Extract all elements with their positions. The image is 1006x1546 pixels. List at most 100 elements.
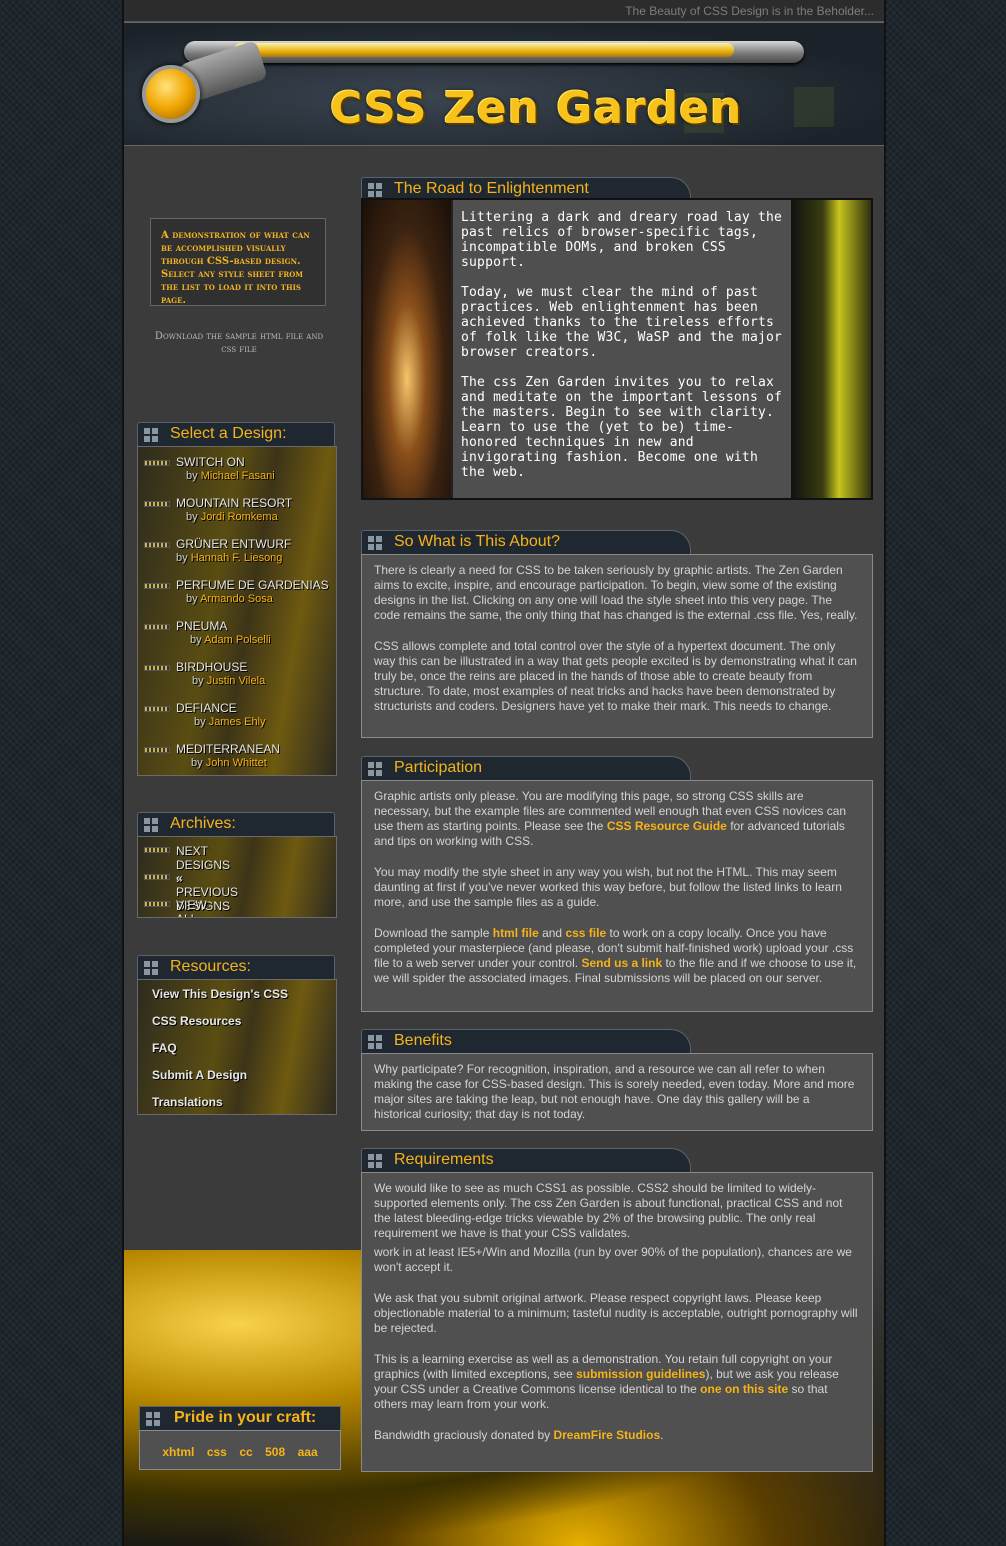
design-byline: by John Whittet bbox=[191, 757, 267, 769]
text: Bandwidth graciously donated by bbox=[374, 1428, 554, 1442]
tagline: The Beauty of CSS Design is in the Behol… bbox=[625, 4, 874, 18]
design-name[interactable]: SWITCH ON bbox=[176, 455, 245, 469]
requirements-paragraph: work in at least IE5+/Win and Mozilla (r… bbox=[374, 1245, 852, 1274]
design-byline: by Jordi Romkema bbox=[186, 511, 278, 523]
resource-link[interactable]: Translations bbox=[152, 1095, 223, 1109]
design-byline: by Hannah F. Liesong bbox=[176, 552, 282, 564]
design-item[interactable]: MEDITERRANEAN by John Whittet bbox=[144, 742, 332, 775]
bullet-icon bbox=[144, 624, 170, 630]
participation-paragraph: You may modify the style sheet in any wa… bbox=[374, 865, 842, 909]
byline-prefix: by bbox=[191, 757, 203, 769]
benefits-panel: Why participate? For recognition, inspir… bbox=[361, 1053, 873, 1131]
design-author-link[interactable]: Hannah F. Liesong bbox=[191, 552, 283, 564]
resources-list: View This Design's CSS CSS Resources FAQ… bbox=[137, 979, 337, 1115]
design-name[interactable]: BIRDHOUSE bbox=[176, 660, 247, 674]
design-byline: by Armando Sosa bbox=[186, 593, 273, 605]
resource-link[interactable]: CSS Resources bbox=[152, 1014, 241, 1028]
bullet-icon bbox=[144, 460, 170, 466]
download-note[interactable]: Download the sample html file and css fi… bbox=[152, 330, 326, 356]
design-item[interactable]: BIRDHOUSE by Justin Vilela bbox=[144, 660, 332, 696]
resource-link[interactable]: Submit A Design bbox=[152, 1068, 247, 1082]
about-paragraph: There is clearly a need for CSS to be ta… bbox=[374, 563, 858, 622]
pride-title: Pride in your craft: bbox=[174, 1409, 317, 1426]
design-name[interactable]: PNEUMA bbox=[176, 619, 227, 633]
grid-icon bbox=[368, 1035, 382, 1049]
submission-guidelines-link[interactable]: submission guidelines bbox=[576, 1367, 705, 1381]
requirements-paragraph: This is a learning exercise as well as a… bbox=[374, 1352, 860, 1412]
design-author-link[interactable]: Adam Polselli bbox=[204, 634, 271, 646]
text: and bbox=[538, 926, 566, 940]
intro-text: A demonstration of what can be accomplis… bbox=[161, 230, 310, 306]
participation-panel: Graphic artists only please. You are mod… bbox=[361, 780, 873, 1012]
design-item[interactable]: SWITCH ON by Michael Fasani bbox=[144, 455, 332, 491]
road-title: The Road to Enlightenment bbox=[394, 180, 589, 197]
intro-box: A demonstration of what can be accomplis… bbox=[150, 218, 326, 306]
road-paragraph: Today, we must clear the mind of past pr… bbox=[461, 285, 783, 360]
requirements-tab: Requirements bbox=[361, 1148, 691, 1172]
design-name[interactable]: GRÜNER ENTWURF bbox=[176, 537, 291, 551]
participation-paragraph: Graphic artists only please. You are mod… bbox=[374, 789, 860, 849]
road-art-right bbox=[791, 200, 871, 498]
design-author-link[interactable]: Michael Fasani bbox=[201, 470, 275, 482]
requirements-panel: We would like to see as much CSS1 as pos… bbox=[361, 1172, 873, 1472]
css-file-link[interactable]: css file bbox=[565, 926, 606, 940]
license-link[interactable]: one on this site bbox=[700, 1382, 788, 1396]
design-name[interactable]: PERFUME DE GARDENIAS bbox=[176, 578, 329, 592]
pride-tab: Pride in your craft: bbox=[139, 1406, 341, 1430]
design-author-link[interactable]: Armando Sosa bbox=[200, 593, 273, 605]
pride-links: xhtml css cc 508 aaa bbox=[139, 1430, 341, 1470]
resource-link[interactable]: View This Design's CSS bbox=[152, 987, 288, 1001]
participation-tab: Participation bbox=[361, 756, 691, 780]
design-byline: by James Ehly bbox=[194, 716, 266, 728]
requirements-title: Requirements bbox=[394, 1151, 494, 1168]
design-author-link[interactable]: Justin Vilela bbox=[207, 675, 266, 687]
header-decor bbox=[794, 87, 834, 127]
bullet-icon bbox=[144, 901, 170, 907]
design-item[interactable]: DEFIANCE by James Ehly bbox=[144, 701, 332, 737]
bullet-icon bbox=[144, 847, 170, 853]
cc-link[interactable]: cc bbox=[239, 1445, 252, 1459]
xhtml-link[interactable]: xhtml bbox=[162, 1445, 194, 1459]
byline-prefix: by bbox=[194, 716, 206, 728]
design-list: SWITCH ON by Michael Fasani MOUNTAIN RES… bbox=[137, 446, 337, 776]
design-item[interactable]: MOUNTAIN RESORT by Jordi Romkema bbox=[144, 496, 332, 532]
design-name[interactable]: MEDITERRANEAN bbox=[176, 742, 280, 756]
bullet-icon bbox=[144, 665, 170, 671]
design-item[interactable]: GRÜNER ENTWURF by Hannah F. Liesong bbox=[144, 537, 332, 573]
section508-link[interactable]: 508 bbox=[265, 1445, 285, 1459]
byline-prefix: by bbox=[186, 511, 198, 523]
dreamfire-link[interactable]: DreamFire Studios bbox=[553, 1428, 660, 1442]
aaa-link[interactable]: aaa bbox=[298, 1445, 318, 1459]
top-bar: The Beauty of CSS Design is in the Behol… bbox=[124, 0, 884, 22]
archive-label[interactable]: VIEW ALL DESIGNS bbox=[176, 898, 230, 917]
select-design-title: Select a Design: bbox=[170, 425, 287, 442]
css-resource-guide-link[interactable]: CSS Resource Guide bbox=[607, 819, 727, 833]
requirements-paragraph: We ask that you submit original artwork.… bbox=[374, 1291, 858, 1335]
design-byline: by Adam Polselli bbox=[190, 634, 271, 646]
design-item[interactable]: PERFUME DE GARDENIAS by Armando Sosa bbox=[144, 578, 332, 614]
design-author-link[interactable]: James Ehly bbox=[209, 716, 266, 728]
about-panel: There is clearly a need for CSS to be ta… bbox=[361, 554, 873, 738]
design-item[interactable]: PNEUMA by Adam Polselli bbox=[144, 619, 332, 655]
road-text: Littering a dark and dreary road lay the… bbox=[451, 200, 793, 498]
grid-icon bbox=[144, 428, 158, 442]
participation-paragraph: Download the sample html file and css fi… bbox=[374, 926, 860, 986]
html-file-link[interactable]: html file bbox=[493, 926, 539, 940]
select-design-tab: Select a Design: bbox=[137, 422, 335, 446]
send-link-link[interactable]: Send us a link bbox=[581, 956, 662, 970]
resource-link[interactable]: FAQ bbox=[152, 1041, 177, 1055]
design-name[interactable]: DEFIANCE bbox=[176, 701, 237, 715]
page-frame: The Beauty of CSS Design is in the Behol… bbox=[122, 0, 886, 1546]
css-validator-link[interactable]: css bbox=[207, 1445, 227, 1459]
grid-icon bbox=[368, 536, 382, 550]
benefits-paragraph: Why participate? For recognition, inspir… bbox=[374, 1062, 855, 1121]
road-panel: Littering a dark and dreary road lay the… bbox=[361, 198, 873, 500]
design-name[interactable]: MOUNTAIN RESORT bbox=[176, 496, 292, 510]
grid-icon bbox=[368, 1154, 382, 1168]
design-author-link[interactable]: John Whittet bbox=[206, 757, 267, 769]
header-banner: CSS Zen Garden bbox=[124, 22, 884, 146]
byline-prefix: by bbox=[186, 470, 198, 482]
design-author-link[interactable]: Jordi Romkema bbox=[201, 511, 278, 523]
archives-title: Archives: bbox=[170, 815, 236, 832]
requirements-paragraph: We would like to see as much CSS1 as pos… bbox=[374, 1181, 843, 1240]
